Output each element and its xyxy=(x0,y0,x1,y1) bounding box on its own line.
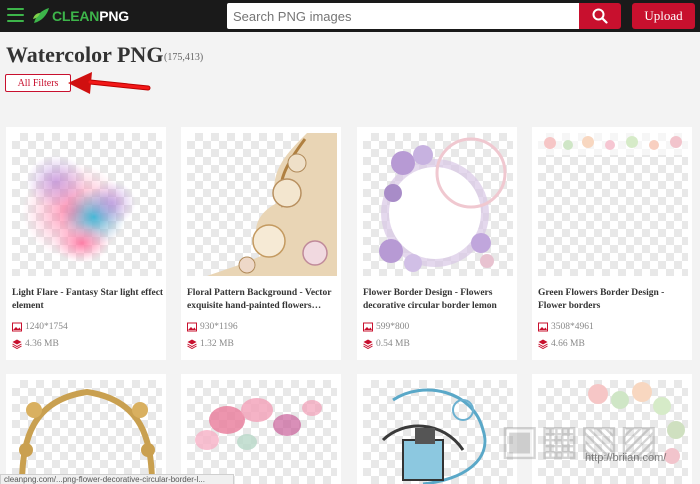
thumbnail-image[interactable] xyxy=(12,380,162,484)
result-count: (175,413) xyxy=(164,52,204,63)
page-title: Watercolor PNG xyxy=(6,42,164,67)
thumbnail-image[interactable] xyxy=(12,133,162,276)
dimensions-info: 930*1196 xyxy=(187,322,238,332)
filesize-info: 4.36 MB xyxy=(12,339,59,349)
image-card[interactable]: Green Flowers Border Design - Flower bor… xyxy=(532,127,692,360)
hamburger-menu-icon[interactable] xyxy=(7,8,24,22)
filesize-info: 0.54 MB xyxy=(363,339,410,349)
thumbnail-image[interactable] xyxy=(363,133,513,276)
site-logo[interactable]: CLEANPNG xyxy=(32,5,132,27)
filesize-info: 4.66 MB xyxy=(538,339,585,349)
filesize-info: 1.32 MB xyxy=(187,339,234,349)
thumbnail-image[interactable] xyxy=(187,380,337,484)
watermark-logo: ▣▦▧▨ xyxy=(500,415,659,464)
dimensions-info: 599*800 xyxy=(363,322,409,332)
browser-status-bar: cleanpng.com/...png-flower-decorative-ci… xyxy=(0,474,234,484)
image-card[interactable] xyxy=(181,374,341,484)
layers-icon xyxy=(187,339,197,349)
search-input[interactable] xyxy=(227,3,579,29)
watermark-url: http://briian.com/ xyxy=(585,452,667,464)
thumbnail-image[interactable] xyxy=(538,133,688,276)
image-icon xyxy=(12,322,22,332)
search-button[interactable] xyxy=(579,3,621,29)
card-title[interactable]: Green Flowers Border Design - Flower bor… xyxy=(538,287,690,313)
search-icon xyxy=(592,8,608,24)
thumbnail-image[interactable] xyxy=(187,133,337,276)
layers-icon xyxy=(538,339,548,349)
image-icon xyxy=(187,322,197,332)
logo-text: CLEANPNG xyxy=(52,8,129,24)
image-icon xyxy=(363,322,373,332)
leaf-logo-icon xyxy=(33,8,49,23)
image-card[interactable] xyxy=(6,374,166,484)
top-navigation-bar: CLEANPNG Upload xyxy=(0,0,700,32)
image-card[interactable]: Floral Pattern Background - Vector exqui… xyxy=(181,127,341,360)
card-title[interactable]: Light Flare - Fantasy Star light effect … xyxy=(12,287,164,313)
red-arrow-annotation xyxy=(68,72,151,94)
layers-icon xyxy=(12,339,22,349)
layers-icon xyxy=(363,339,373,349)
dimensions-info: 3508*4961 xyxy=(538,322,594,332)
thumbnail-image[interactable] xyxy=(363,380,513,484)
image-icon xyxy=(538,322,548,332)
card-title[interactable]: Flower Border Design - Flowers decorativ… xyxy=(363,287,515,313)
upload-button[interactable]: Upload xyxy=(632,3,695,29)
dimensions-info: 1240*1754 xyxy=(12,322,68,332)
image-card[interactable]: Light Flare - Fantasy Star light effect … xyxy=(6,127,166,360)
image-card[interactable]: Flower Border Design - Flowers decorativ… xyxy=(357,127,517,360)
image-card[interactable] xyxy=(357,374,517,484)
card-title[interactable]: Floral Pattern Background - Vector exqui… xyxy=(187,287,339,313)
